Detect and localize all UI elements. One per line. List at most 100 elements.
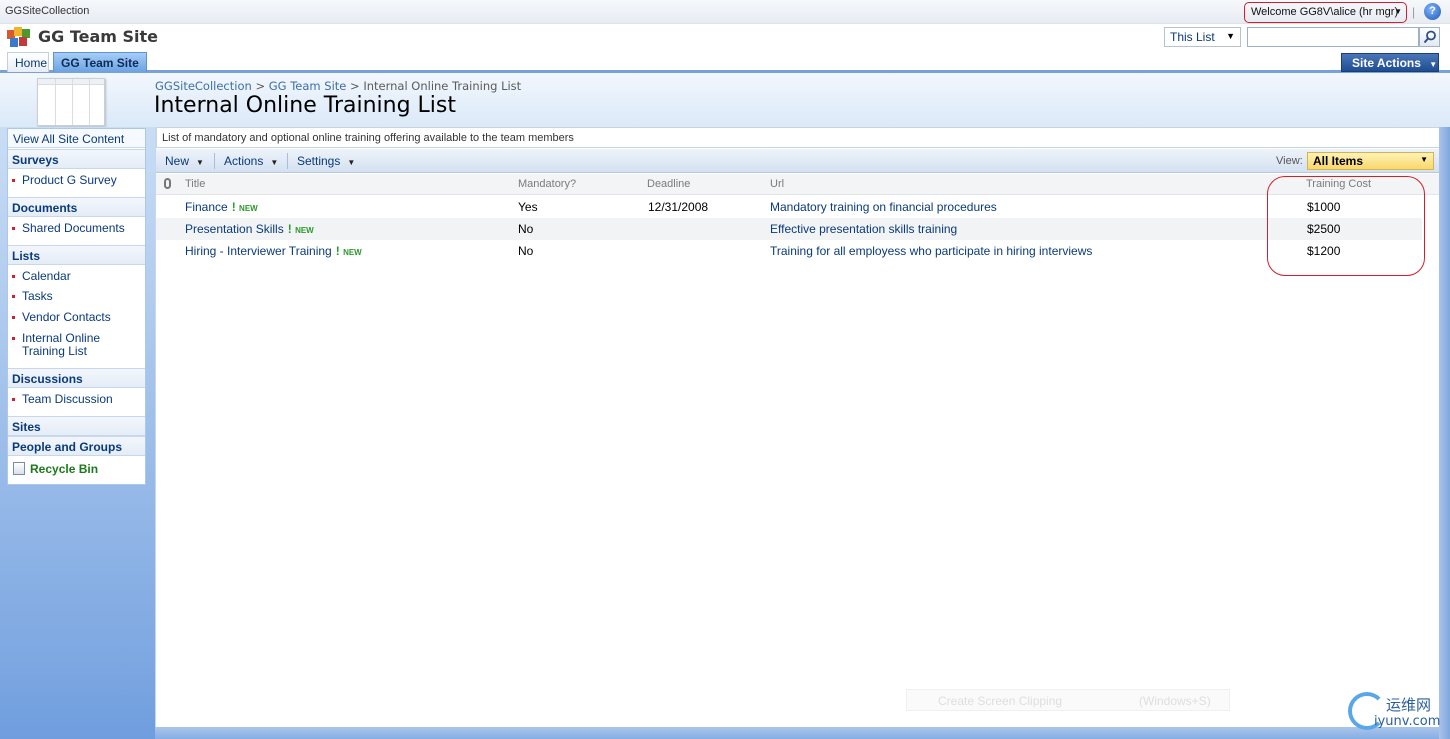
row-title-link[interactable]: Presentation Skills! NEW (185, 222, 314, 236)
bottom-edge (155, 727, 1439, 739)
table-row: Finance! NEW Yes 12/31/2008 Mandatory tr… (156, 196, 1422, 218)
new-menu[interactable]: New ▼ (165, 154, 204, 168)
screen-clipping-shortcut: (Windows+S) (1139, 694, 1211, 708)
nav-heading-lists[interactable]: Lists (8, 245, 145, 265)
breadcrumb-current: Internal Online Training List (363, 79, 522, 93)
breadcrumb-separator: > (255, 79, 266, 93)
chevron-down-icon: ▼ (1226, 31, 1235, 41)
global-bar: GGSiteCollection Welcome GG8V\alice (hr … (0, 0, 1450, 24)
row-mandatory: Yes (518, 200, 538, 214)
list-toolbar: New ▼ Actions ▼ Settings ▼ View: All Items … (156, 149, 1440, 173)
view-select-value: All Items (1313, 154, 1364, 168)
settings-menu[interactable]: Settings ▼ (297, 154, 355, 168)
page-title: Internal Online Training List (154, 93, 456, 118)
actions-menu[interactable]: Actions ▼ (224, 154, 278, 168)
column-header-url[interactable]: Url (770, 178, 784, 190)
site-actions-label: Site Actions (1352, 56, 1421, 70)
breadcrumb-link-collection[interactable]: GGSiteCollection (155, 79, 252, 93)
row-training-cost: $1200 (1307, 244, 1341, 258)
row-training-cost: $1000 (1307, 200, 1341, 214)
actions-menu-label: Actions (224, 154, 264, 168)
nav-heading-discussions[interactable]: Discussions (8, 368, 145, 388)
nav-item-shared-documents[interactable]: Shared Documents (12, 222, 142, 235)
chevron-down-icon: ▼ (347, 158, 356, 167)
page-title-area: GGSiteCollection > GG Team Site > Intern… (0, 73, 1450, 127)
caret-down-icon: ▼ (1394, 7, 1402, 16)
row-title-link[interactable]: Hiring - Interviewer Training! NEW (185, 244, 362, 258)
search-scope-value: This List (1170, 30, 1215, 44)
nav-item-vendor-contacts[interactable]: Vendor Contacts (12, 311, 142, 324)
tab-home[interactable]: Home (7, 52, 49, 72)
site-title[interactable]: GG Team Site (38, 27, 158, 46)
settings-menu-label: Settings (297, 154, 341, 168)
row-mandatory: No (518, 244, 534, 258)
chevron-down-icon: ▼ (1420, 155, 1428, 164)
row-url-link[interactable]: Effective presentation skills training (770, 222, 957, 236)
column-header-training-cost[interactable]: Training Cost (1306, 178, 1371, 190)
new-item-flag: ! NEW (287, 222, 314, 236)
nav-heading-documents[interactable]: Documents (8, 197, 145, 217)
column-header-mandatory[interactable]: Mandatory? (518, 178, 576, 190)
watermark-url: iyunv.com (1374, 714, 1441, 729)
view-label: View: (1276, 155, 1303, 167)
nav-item-calendar[interactable]: Calendar (12, 270, 142, 283)
table-row: Hiring - Interviewer Training! NEW No Tr… (156, 240, 1422, 262)
main-content: List of mandatory and optional online tr… (155, 127, 1440, 727)
site-actions-menu[interactable]: Site Actions ▼ (1341, 53, 1439, 72)
screen-clipping-hint: Create Screen Clipping (Windows+S) (906, 689, 1230, 711)
search-scope-select[interactable]: This List ▼ (1164, 27, 1241, 47)
welcome-menu[interactable]: Welcome GG8V\alice (hr mgr) ▼ (1244, 2, 1407, 23)
top-nav-tabs: Home GG Team Site Site Actions ▼ (0, 50, 1450, 73)
nav-item-team-discussion[interactable]: Team Discussion (12, 393, 142, 406)
row-mandatory: No (518, 222, 534, 236)
chevron-down-icon: ▼ (1429, 60, 1438, 69)
recycle-bin-icon (13, 462, 25, 475)
view-select[interactable]: All Items ▼ (1307, 152, 1434, 170)
nav-heading-surveys[interactable]: Surveys (8, 149, 145, 169)
site-header: GG Team Site This List ▼ (0, 24, 1450, 50)
row-url-link[interactable]: Training for all employess who participa… (770, 244, 1092, 258)
recycle-bin-label: Recycle Bin (30, 462, 99, 476)
breadcrumb-link-site[interactable]: GG Team Site (269, 79, 347, 93)
chevron-down-icon: ▼ (270, 158, 279, 167)
search-input[interactable] (1247, 27, 1419, 47)
nav-heading-sites[interactable]: Sites (8, 416, 145, 436)
nav-heading-people-and-groups[interactable]: People and Groups (8, 436, 145, 456)
recycle-bin-link[interactable]: Recycle Bin (13, 462, 98, 476)
screen-clipping-label: Create Screen Clipping (938, 694, 1063, 708)
list-description: List of mandatory and optional online tr… (156, 127, 1440, 148)
watermark-logo: 运维网 iyunv.com (1346, 690, 1446, 736)
breadcrumb: GGSiteCollection > GG Team Site > Intern… (155, 79, 521, 93)
tab-gg-team-site[interactable]: GG Team Site (53, 52, 147, 72)
quick-launch: View All Site Content Surveys Product G … (7, 128, 146, 485)
toolbar-divider (287, 153, 288, 169)
watermark-chinese: 运维网 (1386, 696, 1432, 714)
search-button[interactable] (1419, 27, 1440, 47)
column-header-title[interactable]: Title (185, 178, 205, 190)
row-url-link[interactable]: Mandatory training on financial procedur… (770, 200, 997, 214)
list-column-headers: Title Mandatory? Deadline Url Training C… (156, 174, 1440, 195)
new-menu-label: New (165, 154, 190, 168)
nav-item-internal-online-training-list[interactable]: Internal Online Training List (12, 332, 142, 358)
site-logo-icon (7, 27, 31, 47)
list-icon (37, 78, 105, 126)
search-icon (1423, 30, 1436, 44)
nav-item-tasks[interactable]: Tasks (12, 290, 142, 303)
new-item-flag: ! NEW (231, 200, 258, 214)
row-training-cost: $2500 (1307, 222, 1341, 236)
welcome-text: Welcome GG8V\alice (hr mgr) (1251, 6, 1399, 18)
table-row: Presentation Skills! NEW No Effective pr… (156, 218, 1422, 240)
breadcrumb-separator: > (350, 79, 360, 93)
row-title-link[interactable]: Finance! NEW (185, 200, 258, 214)
toolbar-divider (214, 153, 215, 169)
column-header-deadline[interactable]: Deadline (647, 178, 690, 190)
attachment-icon (164, 178, 171, 189)
separator: | (1412, 5, 1416, 19)
nav-item-product-g-survey[interactable]: Product G Survey (12, 174, 142, 187)
row-deadline: 12/31/2008 (648, 200, 709, 214)
help-icon[interactable]: ? (1424, 3, 1441, 20)
chevron-down-icon: ▼ (196, 158, 204, 167)
view-all-site-content-link[interactable]: View All Site Content (8, 129, 145, 148)
right-edge (1439, 127, 1450, 739)
site-collection-link[interactable]: GGSiteCollection (5, 5, 89, 17)
